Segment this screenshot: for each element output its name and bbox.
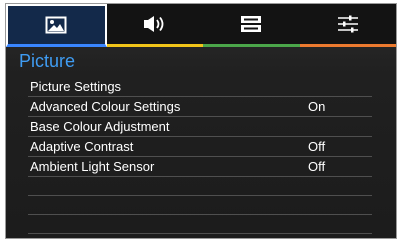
tab-setup[interactable] xyxy=(203,4,300,47)
menu-title: Picture xyxy=(19,51,76,71)
empty-row xyxy=(28,177,372,196)
menu-tab-bar xyxy=(6,4,396,47)
menu-item-picture-settings[interactable]: Picture Settings xyxy=(28,77,372,97)
tab-options[interactable] xyxy=(299,4,396,47)
menu-item-label: Adaptive Contrast xyxy=(30,139,134,154)
empty-row xyxy=(28,234,372,238)
menu-item-label: Ambient Light Sensor xyxy=(30,159,155,174)
tab-sound[interactable] xyxy=(106,4,203,47)
menu-item-ambient-light-sensor[interactable]: Ambient Light Sensor Off xyxy=(28,157,372,177)
menu-item-label: Base Colour Adjustment xyxy=(30,119,170,134)
picture-icon xyxy=(45,16,67,34)
tv-settings-menu: Picture Picture Settings Advanced Colour… xyxy=(5,3,397,239)
menu-item-adaptive-contrast[interactable]: Adaptive Contrast Off xyxy=(28,137,372,157)
menu-item-value: On xyxy=(308,99,326,114)
menu-item-value: Off xyxy=(308,139,326,154)
menu-item-advanced-colour-settings[interactable]: Advanced Colour Settings On xyxy=(28,97,372,117)
menu-item-value: Off xyxy=(308,159,326,174)
menu-item-label: Advanced Colour Settings xyxy=(30,99,181,114)
menu-item-base-colour-adjustment[interactable]: Base Colour Adjustment xyxy=(28,117,372,137)
sliders-icon xyxy=(337,15,358,33)
tab-picture[interactable] xyxy=(6,4,107,47)
menu-list: Picture Settings Advanced Colour Setting… xyxy=(28,77,372,238)
empty-row xyxy=(28,215,372,234)
settings-box-icon xyxy=(241,16,262,32)
menu-item-label: Picture Settings xyxy=(30,79,122,94)
empty-row xyxy=(28,196,372,215)
speaker-icon xyxy=(143,16,164,32)
